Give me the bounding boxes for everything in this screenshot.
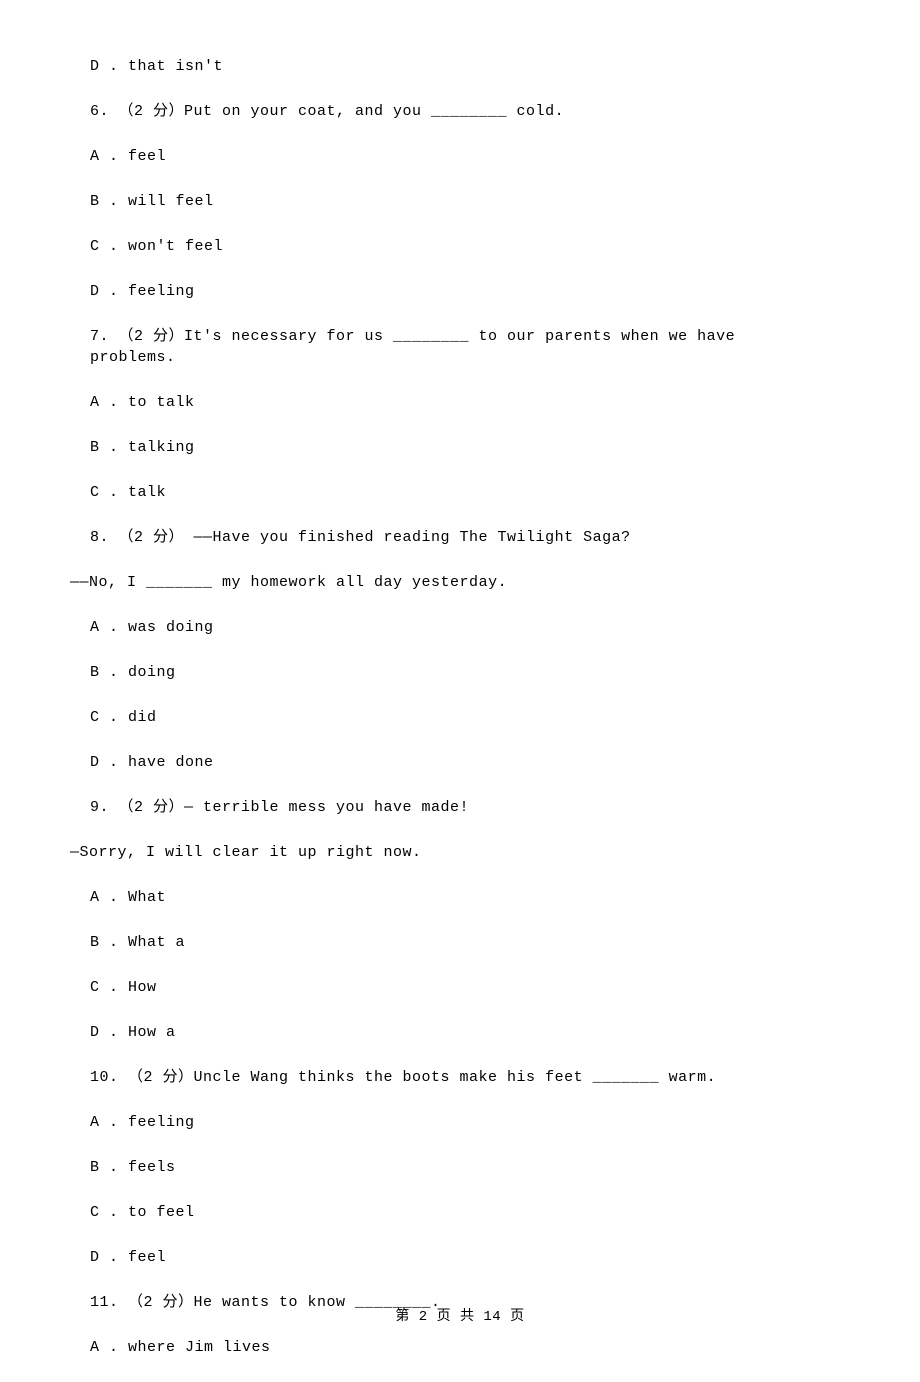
q9-option-d: D . How a: [90, 1022, 830, 1043]
q7-stem: 7. （2 分）It's necessary for us ________ t…: [90, 326, 830, 368]
q10-option-a: A . feeling: [90, 1112, 830, 1133]
q8-sub: ——No, I _______ my homework all day yest…: [70, 572, 830, 593]
q5-option-d: D . that isn't: [90, 56, 830, 77]
q8-stem: 8. （2 分） ——Have you finished reading The…: [90, 527, 830, 548]
q6-stem: 6. （2 分）Put on your coat, and you ______…: [90, 101, 830, 122]
q9-option-b: B . What a: [90, 932, 830, 953]
q6-option-b: B . will feel: [90, 191, 830, 212]
q10-option-d: D . feel: [90, 1247, 830, 1268]
q11-option-a: A . where Jim lives: [90, 1337, 830, 1358]
q7-option-c: C . talk: [90, 482, 830, 503]
q10-option-c: C . to feel: [90, 1202, 830, 1223]
page-container: D . that isn't 6. （2 分）Put on your coat,…: [0, 0, 920, 1358]
q9-option-a: A . What: [90, 887, 830, 908]
q6-option-c: C . won't feel: [90, 236, 830, 257]
q6-option-a: A . feel: [90, 146, 830, 167]
q8-option-a: A . was doing: [90, 617, 830, 638]
q9-stem: 9. （2 分）— terrible mess you have made!: [90, 797, 830, 818]
q8-option-b: B . doing: [90, 662, 830, 683]
q10-stem: 10. （2 分）Uncle Wang thinks the boots mak…: [90, 1067, 830, 1088]
q10-option-b: B . feels: [90, 1157, 830, 1178]
q8-option-d: D . have done: [90, 752, 830, 773]
page-footer: 第 2 页 共 14 页: [0, 1308, 920, 1328]
q8-option-c: C . did: [90, 707, 830, 728]
q9-sub: —Sorry, I will clear it up right now.: [70, 842, 830, 863]
q7-option-b: B . talking: [90, 437, 830, 458]
q6-option-d: D . feeling: [90, 281, 830, 302]
q9-option-c: C . How: [90, 977, 830, 998]
q7-option-a: A . to talk: [90, 392, 830, 413]
